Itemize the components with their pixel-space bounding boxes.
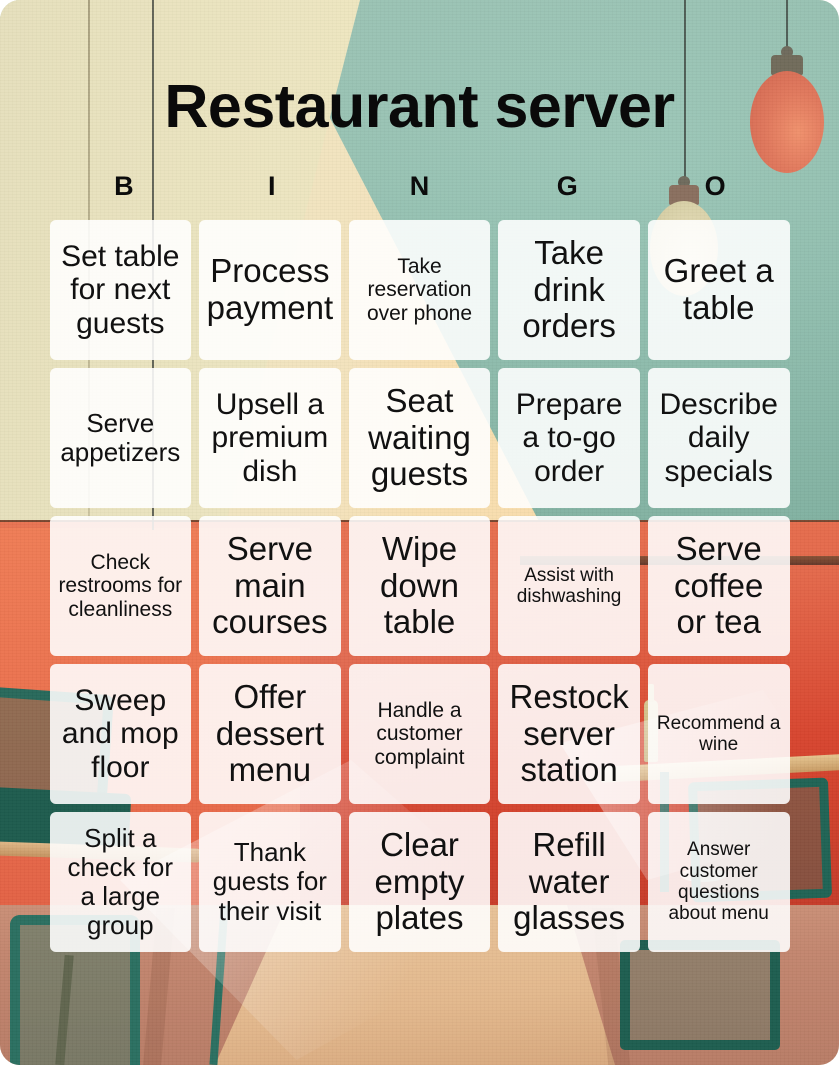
bingo-cell[interactable]: Upsell a premium dish xyxy=(199,368,341,508)
bingo-letters-row: BINGO xyxy=(50,173,789,200)
bingo-cell[interactable]: Clear empty plates xyxy=(348,812,491,952)
bingo-cell[interactable]: Serve main courses xyxy=(199,516,341,656)
bingo-card: Restaurant server B I N G O Set table for ne… xyxy=(0,0,839,1065)
bingo-letter-o: O xyxy=(704,171,726,201)
bingo-cell[interactable]: Split a check for a large group xyxy=(49,812,192,952)
bingo-cell[interactable]: Describe daily specials xyxy=(647,368,790,508)
card-title: Restaurant server xyxy=(164,72,675,140)
bingo-cell[interactable]: Prepare a to-go order xyxy=(498,368,640,508)
bingo-cell[interactable]: Sweep and mop floor xyxy=(49,664,192,804)
bingo-cell[interactable]: Recommend a wine xyxy=(647,664,790,804)
bingo-cell[interactable]: Greet a table xyxy=(647,220,790,360)
bingo-cell[interactable]: Wipe down table xyxy=(348,516,491,656)
bingo-cell[interactable]: Serve coffee or tea xyxy=(647,516,790,656)
bingo-cell[interactable]: Seat waiting guests xyxy=(348,368,491,508)
bingo-cell[interactable]: Restock server station xyxy=(498,664,640,804)
bingo-cell[interactable]: Refill water glasses xyxy=(498,812,640,952)
bingo-letter-g: G xyxy=(556,171,578,201)
bingo-cell[interactable]: Answer customer questions about menu xyxy=(647,812,790,952)
bingo-grid: Set table for next guests Process payment… xyxy=(49,220,790,952)
bingo-cell[interactable]: Check restrooms for cleanliness xyxy=(49,516,192,656)
bingo-cell[interactable]: Set table for next guests xyxy=(49,220,192,360)
bingo-letter-b: B xyxy=(114,171,134,201)
bingo-cell[interactable]: Serve appetizers xyxy=(49,368,192,508)
bingo-cell[interactable]: Take drink orders xyxy=(498,220,640,360)
bingo-letter-i: I xyxy=(267,171,276,201)
bingo-cell[interactable]: Offer dessert menu xyxy=(199,664,341,804)
bingo-cell[interactable]: Process payment xyxy=(199,220,341,360)
bingo-letter-n: N xyxy=(409,171,430,201)
bingo-cell[interactable]: Handle a customer complaint xyxy=(348,664,491,804)
bingo-cell[interactable]: Thank guests for their visit xyxy=(199,812,341,952)
bingo-cell[interactable]: Assist with dishwashing xyxy=(498,516,640,656)
bingo-cell[interactable]: Take reservation over phone xyxy=(348,220,491,360)
